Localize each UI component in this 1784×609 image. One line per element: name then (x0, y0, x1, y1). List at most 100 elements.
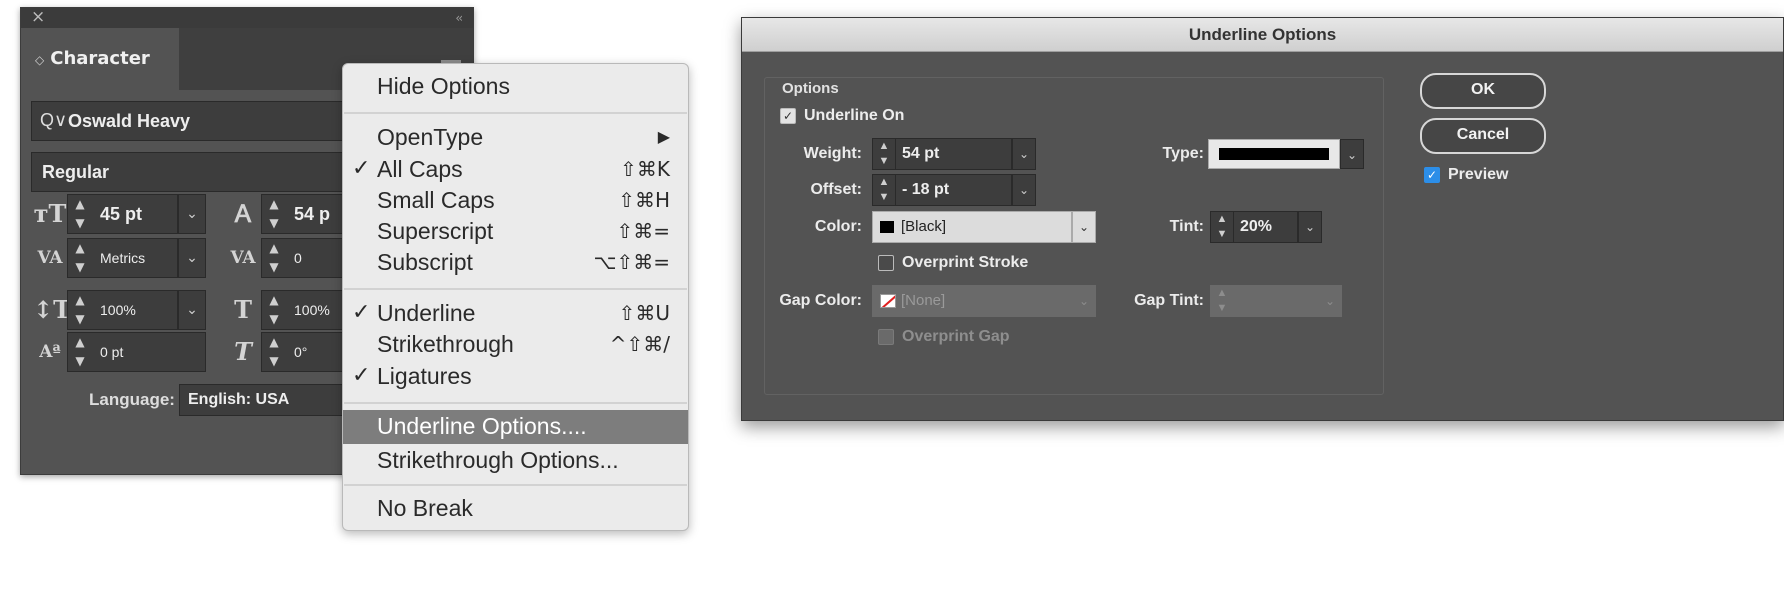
checkmark-icon: ✓ (352, 363, 371, 388)
menu-item-strikethrough-options[interactable]: Strikethrough Options... (343, 444, 688, 476)
underline-options-dialog: Underline Options Options ✓ Underline On… (741, 17, 1784, 421)
leading-field[interactable]: 54 p (286, 194, 346, 234)
horizontal-scale-stepper[interactable]: ▲ ▼ (261, 290, 287, 330)
vertical-scale-field[interactable]: 100% (92, 290, 178, 330)
type-label: Type: (1162, 145, 1204, 162)
kerning-icon: VA (37, 248, 63, 268)
menu-item-shortcut: ⇧⌘H (618, 188, 670, 212)
tab-character-label: Character (50, 48, 150, 69)
tint-label: Tint: (1169, 218, 1204, 235)
kerning-dropdown[interactable]: ⌄ (178, 238, 206, 278)
overprint-stroke-label: Overprint Stroke (902, 254, 1029, 271)
skew-field[interactable]: 0° (286, 332, 346, 372)
none-swatch-icon (880, 294, 896, 308)
menu-item-no-break[interactable]: No Break (343, 492, 688, 524)
gap-color-value: [None] (901, 292, 946, 309)
horizontal-scale-icon: T (234, 295, 252, 324)
dialog-title[interactable]: Underline Options (742, 18, 1783, 52)
type-swatch-field[interactable] (1208, 139, 1340, 169)
overprint-gap-checkbox[interactable] (878, 329, 894, 345)
menu-item-shortcut: ⌥⇧⌘= (593, 250, 670, 274)
menu-item-shortcut: ⇧⌘= (616, 219, 670, 243)
menu-item-small-caps[interactable]: Small Caps ⇧⌘H (343, 184, 688, 216)
font-size-dropdown[interactable]: ⌄ (178, 194, 206, 234)
search-icon[interactable]: Q∨ (40, 101, 67, 139)
kerning-field[interactable]: Metrics (92, 238, 178, 278)
color-dropdown[interactable]: ⌄ (1072, 211, 1096, 243)
baseline-shift-stepper[interactable]: ▲ ▼ (67, 332, 93, 372)
menu-item-label: Ligatures (377, 363, 472, 389)
menu-item-label: No Break (377, 495, 473, 521)
font-size-field[interactable]: 45 pt (92, 194, 178, 234)
preview-label: Preview (1448, 166, 1509, 183)
collapse-icon[interactable]: ‹‹ (455, 8, 462, 28)
tint-stepper[interactable]: ▲ ▼ (1210, 211, 1234, 243)
language-label: Language: (89, 390, 175, 409)
gap-color-dropdown[interactable]: ⌄ (1072, 285, 1096, 317)
panel-titlebar[interactable] (21, 8, 473, 28)
vertical-scale-icon: ↕T (33, 295, 71, 324)
menu-item-subscript[interactable]: Subscript ⌥⇧⌘= (343, 246, 688, 278)
kerning-stepper[interactable]: ▲ ▼ (67, 238, 93, 278)
menu-item-underline-options[interactable]: Underline Options.... (343, 410, 688, 444)
gap-color-field[interactable]: [None] (872, 285, 1072, 317)
skew-stepper[interactable]: ▲ ▼ (261, 332, 287, 372)
weight-label: Weight: (803, 145, 862, 162)
offset-stepper[interactable]: ▲ ▼ (872, 174, 896, 206)
menu-item-ligatures[interactable]: ✓ Ligatures (343, 360, 688, 392)
overprint-gap-label: Overprint Gap (902, 328, 1010, 345)
baseline-shift-icon: Aª (39, 342, 61, 362)
submenu-arrow-icon: ▶ (657, 127, 670, 146)
font-family-value: Oswald Heavy (68, 111, 191, 131)
tint-field[interactable]: 20% (1234, 211, 1298, 243)
menu-item-underline[interactable]: ✓ Underline ⇧⌘U (343, 297, 688, 329)
offset-dropdown[interactable]: ⌄ (1012, 174, 1036, 206)
horizontal-scale-field[interactable]: 100% (286, 290, 346, 330)
checkmark-icon: ✓ (352, 156, 371, 181)
baseline-shift-field[interactable]: 0 pt (92, 332, 206, 372)
menu-item-shortcut: ^⇧⌘/ (609, 332, 670, 356)
tracking-icon: VA (230, 248, 256, 268)
leading-stepper[interactable]: ▲ ▼ (261, 194, 287, 234)
gap-tint-dropdown[interactable]: ⌄ (1318, 285, 1342, 317)
tint-dropdown[interactable]: ⌄ (1298, 211, 1322, 243)
vertical-scale-stepper[interactable]: ▲ ▼ (67, 290, 93, 330)
menu-separator (344, 112, 687, 114)
vertical-scale-dropdown[interactable]: ⌄ (178, 290, 206, 330)
tracking-field[interactable]: 0 (286, 238, 346, 278)
menu-item-label: Underline Options.... (377, 413, 587, 439)
menu-item-all-caps[interactable]: ✓ All Caps ⇧⌘K (343, 153, 688, 185)
leading-icon: Ａ (231, 199, 255, 228)
menu-item-label: Superscript (377, 218, 494, 244)
menu-item-strikethrough[interactable]: Strikethrough ^⇧⌘/ (343, 328, 688, 360)
font-size-stepper[interactable]: ▲ ▼ (67, 194, 93, 234)
weight-dropdown[interactable]: ⌄ (1012, 138, 1036, 170)
gap-tint-field[interactable] (1234, 285, 1318, 317)
tracking-stepper[interactable]: ▲ ▼ (261, 238, 287, 278)
underline-on-checkbox[interactable]: ✓ (780, 108, 796, 124)
checkmark-icon: ✓ (352, 300, 371, 325)
gap-tint-stepper[interactable]: ▲ ▼ (1210, 285, 1234, 317)
overprint-stroke-checkbox[interactable] (878, 255, 894, 271)
panel-options-menu: Hide Options OpenType ▶ ✓ All Caps ⇧⌘K S… (342, 63, 689, 531)
tab-character[interactable]: ◇ Character (21, 28, 179, 90)
type-dropdown[interactable]: ⌄ (1340, 139, 1364, 169)
menu-item-superscript[interactable]: Superscript ⇧⌘= (343, 215, 688, 247)
gap-color-label: Gap Color: (779, 292, 862, 309)
menu-item-label: Hide Options (377, 73, 510, 99)
menu-item-shortcut: ⇧⌘K (620, 157, 670, 181)
menu-item-hide-options[interactable]: Hide Options (343, 70, 688, 102)
cancel-button[interactable]: Cancel (1420, 118, 1546, 154)
weight-field[interactable]: 54 pt (896, 138, 1012, 170)
weight-stepper[interactable]: ▲ ▼ (872, 138, 896, 170)
close-icon[interactable]: × (31, 7, 45, 27)
ok-button[interactable]: OK (1420, 73, 1546, 109)
font-style-value: Regular (42, 162, 110, 182)
menu-item-opentype[interactable]: OpenType ▶ (343, 121, 688, 153)
color-field[interactable]: [Black] (872, 211, 1072, 243)
underline-on-label: Underline On (804, 107, 905, 124)
menu-separator (344, 484, 687, 486)
menu-item-label: Strikethrough (377, 331, 514, 357)
preview-checkbox[interactable]: ✓ (1424, 167, 1440, 183)
offset-field[interactable]: - 18 pt (896, 174, 1012, 206)
